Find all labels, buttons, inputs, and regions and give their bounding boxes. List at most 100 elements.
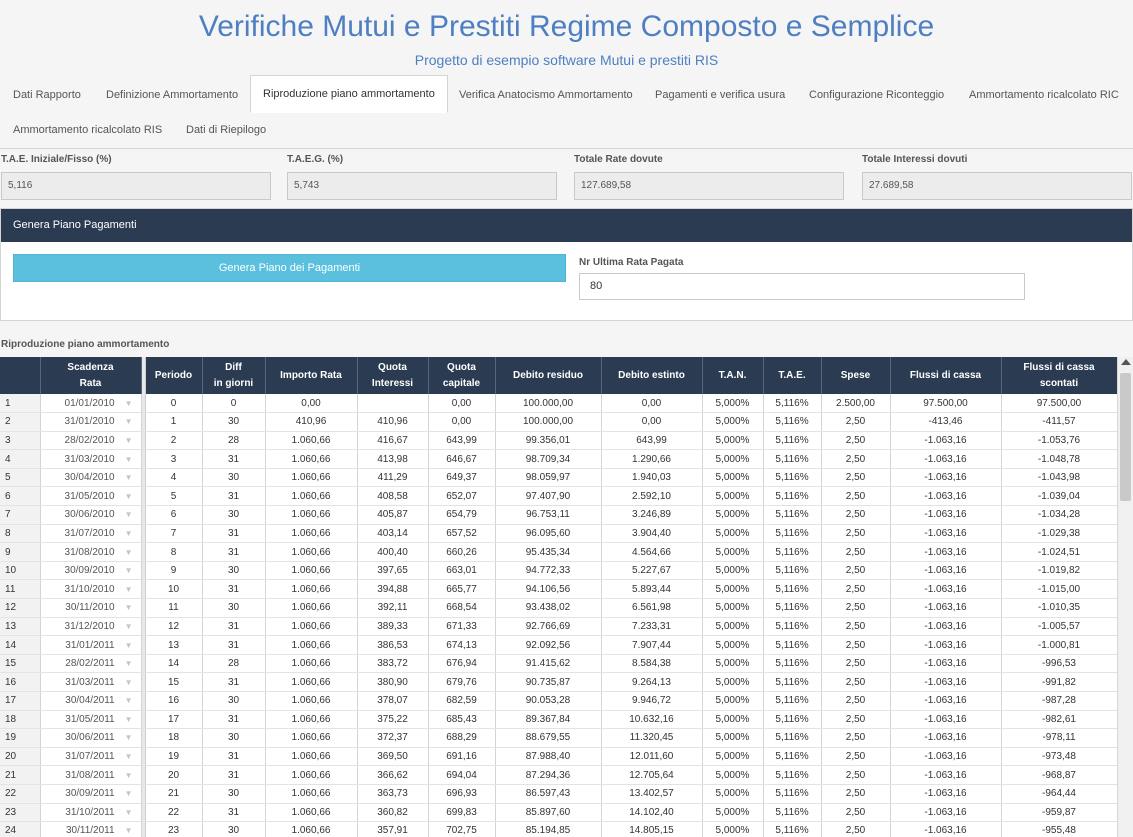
dropdown-arrow-icon[interactable]: ▼: [125, 417, 133, 426]
dropdown-arrow-icon[interactable]: ▼: [125, 436, 133, 445]
scadenza-cell[interactable]: 31/08/2010 ▼: [40, 542, 142, 562]
scadenza-cell[interactable]: 31/07/2010 ▼: [40, 524, 142, 544]
tab-verifica-anatocismo[interactable]: Verifica Anatocismo Ammortamento: [447, 77, 645, 113]
scadenza-cell[interactable]: 31/10/2011 ▼: [40, 803, 142, 823]
dropdown-arrow-icon[interactable]: ▼: [125, 585, 133, 594]
scadenza-cell[interactable]: 30/04/2010 ▼: [40, 468, 142, 488]
genera-piano-button[interactable]: Genera Piano dei Pagamenti: [13, 254, 566, 282]
scadenza-cell[interactable]: 31/05/2010 ▼: [40, 486, 142, 507]
tab-ammortamento-ric[interactable]: Ammortamento ricalcolato RIC: [957, 77, 1131, 113]
tab-definizione-ammortamento[interactable]: Definizione Ammortamento: [94, 77, 250, 113]
table-row[interactable]: 5 30/04/2010 ▼ 4 30 1.060,66 411,29 649,37 98.05…: [0, 468, 1118, 488]
header-periodo[interactable]: Periodo: [145, 357, 203, 394]
header-diff-giorni[interactable]: Diff in giorni: [202, 357, 266, 394]
dropdown-arrow-icon[interactable]: ▼: [125, 789, 133, 798]
table-row[interactable]: 1 01/01/2010 ▼ 0 0 0,00 0,00 100.000,00 0,00 5,00…: [0, 394, 1118, 414]
header-spese[interactable]: Spese: [821, 357, 891, 394]
dropdown-arrow-icon[interactable]: ▼: [125, 603, 133, 612]
tab-dati-riepilogo[interactable]: Dati di Riepilogo: [174, 112, 278, 148]
scadenza-cell[interactable]: 30/06/2011 ▼: [40, 728, 142, 748]
scadenza-cell[interactable]: 28/02/2010 ▼: [40, 431, 142, 451]
dropdown-arrow-icon[interactable]: ▼: [125, 548, 133, 557]
table-row[interactable]: 10 30/09/2010 ▼ 9 30 1.060,66 397,65 663,01 94.7…: [0, 561, 1118, 581]
table-row[interactable]: 9 31/08/2010 ▼ 8 31 1.060,66 400,40 660,26 95.43…: [0, 542, 1118, 562]
dropdown-arrow-icon[interactable]: ▼: [125, 826, 133, 835]
dropdown-arrow-icon[interactable]: ▼: [125, 399, 133, 408]
scadenza-cell[interactable]: 30/11/2010 ▼: [40, 598, 142, 618]
totale-rate-field[interactable]: 127.689,58: [574, 172, 844, 200]
dropdown-arrow-icon[interactable]: ▼: [125, 641, 133, 650]
table-row[interactable]: 21 31/08/2011 ▼ 20 31 1.060,66 366,62 694,04 87.…: [0, 765, 1118, 785]
dropdown-arrow-icon[interactable]: ▼: [125, 696, 133, 705]
dropdown-arrow-icon[interactable]: ▼: [125, 566, 133, 575]
scadenza-cell[interactable]: 30/11/2011 ▼: [40, 821, 142, 837]
tab-dati-rapporto[interactable]: Dati Rapporto: [1, 77, 93, 113]
table-row[interactable]: 8 31/07/2010 ▼ 7 31 1.060,66 403,14 657,52 96.09…: [0, 524, 1118, 544]
dropdown-arrow-icon[interactable]: ▼: [125, 659, 133, 668]
dropdown-arrow-icon[interactable]: ▼: [125, 510, 133, 519]
dropdown-arrow-icon[interactable]: ▼: [125, 771, 133, 780]
table-row[interactable]: 23 31/10/2011 ▼ 22 31 1.060,66 360,82 699,83 85.…: [0, 803, 1118, 823]
totale-interessi-field[interactable]: 27.689,58: [862, 172, 1132, 200]
dropdown-arrow-icon[interactable]: ▼: [125, 492, 133, 501]
scadenza-cell[interactable]: 30/09/2011 ▼: [40, 784, 142, 804]
scadenza-cell[interactable]: 31/01/2011 ▼: [40, 635, 142, 655]
scadenza-cell[interactable]: 31/01/2010 ▼: [40, 412, 142, 432]
table-row[interactable]: 4 31/03/2010 ▼ 3 31 1.060,66 413,98 646,67 98.70…: [0, 449, 1118, 469]
tae-iniziale-field[interactable]: 5,116: [1, 172, 271, 200]
table-row[interactable]: 13 31/12/2010 ▼ 12 31 1.060,66 389,33 671,33 92.…: [0, 617, 1118, 637]
header-quota-interessi[interactable]: Quota Interessi: [357, 357, 429, 394]
scadenza-cell[interactable]: 01/01/2010 ▼: [40, 394, 142, 414]
tab-configurazione-riconteggio[interactable]: Configurazione Riconteggio: [797, 77, 956, 113]
table-row[interactable]: 24 30/11/2011 ▼ 23 30 1.060,66 357,91 702,75 85.…: [0, 821, 1118, 837]
table-row[interactable]: 12 30/11/2010 ▼ 11 30 1.060,66 392,11 668,54 93.…: [0, 598, 1118, 618]
scadenza-cell[interactable]: 31/03/2010 ▼: [40, 449, 142, 469]
tab-pagamenti-usura[interactable]: Pagamenti e verifica usura: [643, 77, 797, 113]
taeg-field[interactable]: 5,743: [287, 172, 557, 200]
scadenza-cell[interactable]: 31/05/2011 ▼: [40, 710, 142, 730]
table-row[interactable]: 19 30/06/2011 ▼ 18 30 1.060,66 372,37 688,29 88.…: [0, 728, 1118, 748]
dropdown-arrow-icon[interactable]: ▼: [125, 473, 133, 482]
table-row[interactable]: 2 31/01/2010 ▼ 1 30 410,96 410,96 0,00 100.000,0…: [0, 412, 1118, 432]
header-scadenza-rata[interactable]: Scadenza Rata: [40, 357, 142, 394]
header-debito-estinto[interactable]: Debito estinto: [601, 357, 703, 394]
scadenza-cell[interactable]: 31/10/2010 ▼: [40, 579, 142, 600]
dropdown-arrow-icon[interactable]: ▼: [125, 455, 133, 464]
header-importo-rata[interactable]: Importo Rata: [265, 357, 358, 394]
table-row[interactable]: 7 30/06/2010 ▼ 6 30 1.060,66 405,87 654,79 96.75…: [0, 505, 1118, 525]
header-tae[interactable]: T.A.E.: [763, 357, 822, 394]
dropdown-arrow-icon[interactable]: ▼: [125, 733, 133, 742]
scadenza-cell[interactable]: 31/08/2011 ▼: [40, 765, 142, 785]
scadenza-cell[interactable]: 28/02/2011 ▼: [40, 654, 142, 674]
ultima-rata-input[interactable]: 80: [579, 273, 1025, 300]
dropdown-arrow-icon[interactable]: ▼: [125, 752, 133, 761]
table-row[interactable]: 20 31/07/2011 ▼ 19 31 1.060,66 369,50 691,16 87.…: [0, 747, 1118, 767]
scadenza-cell[interactable]: 30/04/2011 ▼: [40, 691, 142, 711]
table-row[interactable]: 6 31/05/2010 ▼ 5 31 1.060,66 408,58 652,07 97.40…: [0, 486, 1118, 507]
tab-riproduzione-piano[interactable]: Riproduzione piano ammortamento: [250, 75, 448, 113]
dropdown-arrow-icon[interactable]: ▼: [125, 808, 133, 817]
grid-vertical-scrollbar[interactable]: [1117, 357, 1133, 837]
header-quota-capitale[interactable]: Quota capitale: [428, 357, 496, 394]
table-row[interactable]: 17 30/04/2011 ▼ 16 30 1.060,66 378,07 682,59 90.…: [0, 691, 1118, 711]
scadenza-cell[interactable]: 31/07/2011 ▼: [40, 747, 142, 767]
header-tan[interactable]: T.A.N.: [702, 357, 764, 394]
table-row[interactable]: 3 28/02/2010 ▼ 2 28 1.060,66 416,67 643,99 99.35…: [0, 431, 1118, 451]
table-row[interactable]: 14 31/01/2011 ▼ 13 31 1.060,66 386,53 674,13 92.…: [0, 635, 1118, 655]
scroll-up-arrow-icon[interactable]: [1121, 359, 1131, 365]
header-debito-residuo[interactable]: Debito residuo: [495, 357, 602, 394]
dropdown-arrow-icon[interactable]: ▼: [125, 529, 133, 538]
tab-ammortamento-ris[interactable]: Ammortamento ricalcolato RIS: [1, 112, 174, 148]
table-row[interactable]: 11 31/10/2010 ▼ 10 31 1.060,66 394,88 665,77 94.…: [0, 579, 1118, 600]
dropdown-arrow-icon[interactable]: ▼: [125, 622, 133, 631]
table-row[interactable]: 16 31/03/2011 ▼ 15 31 1.060,66 380,90 679,76 90.…: [0, 672, 1118, 692]
dropdown-arrow-icon[interactable]: ▼: [125, 678, 133, 687]
table-row[interactable]: 15 28/02/2011 ▼ 14 28 1.060,66 383,72 676,94 91.…: [0, 654, 1118, 674]
table-row[interactable]: 18 31/05/2011 ▼ 17 31 1.060,66 375,22 685,43 89.…: [0, 710, 1118, 730]
scadenza-cell[interactable]: 31/03/2011 ▼: [40, 672, 142, 692]
scadenza-cell[interactable]: 31/12/2010 ▼: [40, 617, 142, 637]
table-row[interactable]: 22 30/09/2011 ▼ 21 30 1.060,66 363,73 696,93 86.…: [0, 784, 1118, 804]
header-flussi-cassa-scontati[interactable]: Flussi di cassa scontati: [1001, 357, 1118, 394]
scadenza-cell[interactable]: 30/09/2010 ▼: [40, 561, 142, 581]
dropdown-arrow-icon[interactable]: ▼: [125, 715, 133, 724]
